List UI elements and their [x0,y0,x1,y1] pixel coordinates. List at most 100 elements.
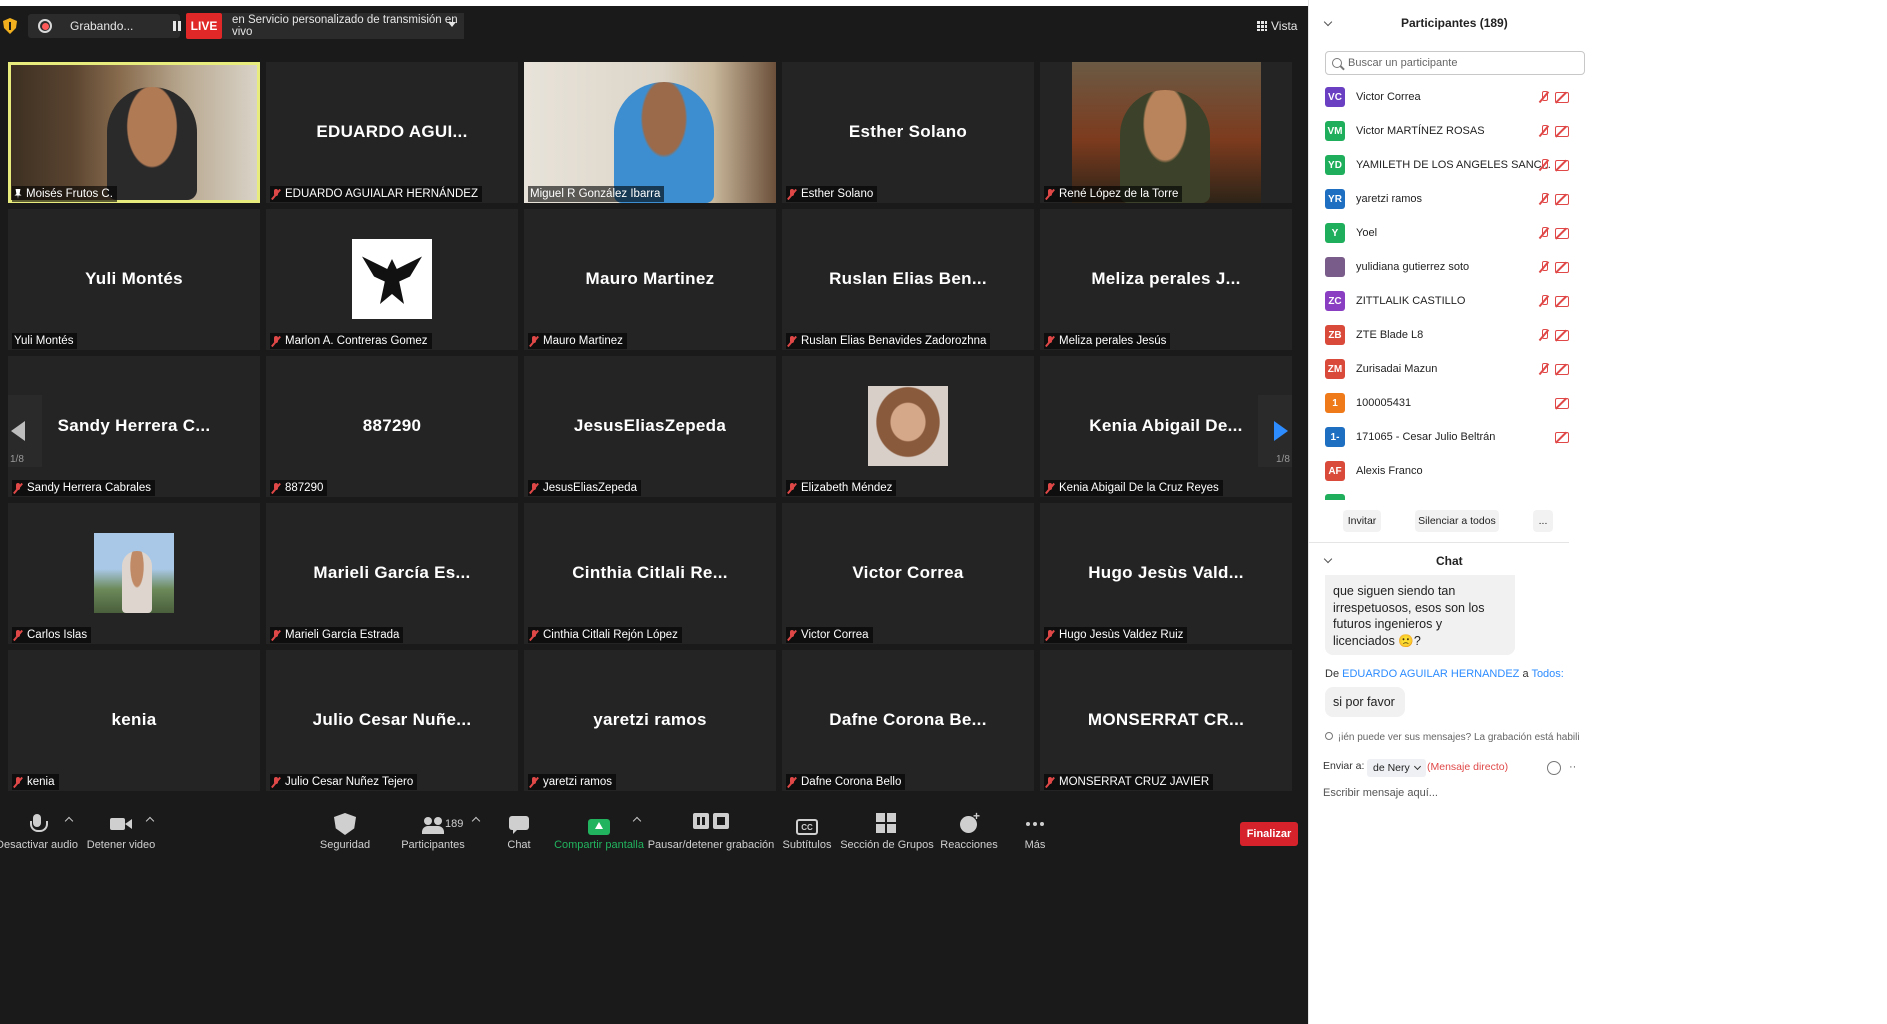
chat-message-bubble: si por favor [1325,687,1405,717]
muted-mic-icon[interactable] [1539,227,1549,239]
participants-options-caret[interactable] [471,816,481,826]
muted-mic-icon[interactable] [1539,125,1549,137]
chat-message-input[interactable] [1323,784,1563,802]
muted-mic-icon[interactable] [1539,91,1549,103]
video-off-icon[interactable] [1555,295,1569,307]
participant-row[interactable]: ZC ZITTLALIK CASTILLO [1309,284,1569,318]
participant-tile[interactable]: Sandy Herrera C... Sandy Herrera Cabrales [8,356,260,497]
participant-tile[interactable]: Miguel R González Ibarra [524,62,776,203]
muted-mic-icon [14,776,22,788]
live-badge: LIVE [186,13,222,39]
muted-mic-icon [788,335,796,347]
participant-row[interactable]: VC Victor Correa [1309,80,1569,114]
chat-more-icon[interactable]: ·· [1569,761,1576,773]
participants-button[interactable]: Participantes [400,806,466,856]
mute-all-button[interactable]: Silenciar a todos [1415,510,1499,532]
chevron-down-icon[interactable] [1323,554,1333,564]
participant-tile[interactable]: Carlos Islas [8,503,260,644]
stop-video-button[interactable]: Detener video [86,806,156,856]
video-off-icon[interactable] [1555,193,1569,205]
participant-row[interactable]: 1- 171065 - Cesar Julio Beltrán [1309,420,1569,454]
participant-tile[interactable]: kenia kenia [8,650,260,791]
participant-search[interactable] [1325,51,1585,75]
invite-button[interactable]: Invitar [1343,510,1381,532]
participant-tile[interactable]: MONSERRAT CR... MONSERRAT CRUZ JAVIER [1040,650,1292,791]
participant-tile[interactable]: Victor Correa Victor Correa [782,503,1034,644]
more-button[interactable]: Más [1020,806,1050,856]
sender-name[interactable]: EDUARDO AGUILAR HERNANDEZ [1342,668,1519,680]
participant-row[interactable]: AF Alexis Franco [1309,454,1569,488]
participant-tile[interactable]: Kenia Abigail De... Kenia Abigail De la C… [1040,356,1292,497]
pause-stop-recording-button[interactable]: Pausar/detener grabación [648,806,774,856]
participant-row[interactable]: ZB ZTE Blade L8 [1309,318,1569,352]
muted-mic-icon[interactable] [1539,363,1549,375]
participant-tile[interactable]: Marieli García Es... Marieli García Estra… [266,503,518,644]
participants-more-button[interactable]: ... [1533,510,1553,532]
participant-tile[interactable]: René López de la Torre [1040,62,1292,203]
chevron-down-icon[interactable] [1323,17,1333,27]
security-shield-icon[interactable] [3,18,17,34]
chat-privacy-note[interactable]: ¡ién puede ver sus mensajes? La grabació… [1325,732,1580,743]
participant-row[interactable]: 1 100005431 [1309,386,1569,420]
participant-tile[interactable]: Moisés Frutos C. [8,62,260,203]
muted-mic-icon[interactable] [1539,193,1549,205]
video-off-icon[interactable] [1555,329,1569,341]
participant-tile[interactable]: Ruslan Elias Ben... Ruslan Elias Benavide… [782,209,1034,350]
participant-row[interactable]: ZM Zurisadai Mazun [1309,352,1569,386]
video-off-icon[interactable] [1555,125,1569,137]
muted-mic-icon[interactable] [1539,159,1549,171]
person-silhouette [614,82,714,203]
share-screen-button[interactable]: Compartir pantalla [554,806,644,856]
participant-tile[interactable]: 887290 887290 [266,356,518,497]
chat-button[interactable]: Chat [500,806,538,856]
participant-tile[interactable]: EDUARDO AGUI... EDUARDO AGUIALAR HERNÁNDE… [266,62,518,203]
muted-mic-icon[interactable] [1539,329,1549,341]
pause-recording-icon[interactable] [172,21,182,31]
security-button[interactable]: Seguridad [315,806,375,856]
participant-row[interactable]: YR yaretzi ramos [1309,182,1569,216]
view-button[interactable]: Vista [1257,14,1297,38]
participant-search-input[interactable] [1348,57,1548,69]
captions-button[interactable]: CC Subtítulos [782,806,832,856]
participant-tile[interactable]: Meliza perales J... Meliza perales Jesús [1040,209,1292,350]
participant-name-label: Victor Correa [786,627,873,643]
participant-row[interactable]: Y Yoel [1309,216,1569,250]
emoji-icon[interactable] [1547,761,1561,775]
video-off-icon[interactable] [1555,397,1569,409]
participant-tile[interactable]: Cinthia Citlali Re... Cinthia Citlali Rej… [524,503,776,644]
participant-tile[interactable]: Julio Cesar Nuñe... Julio Cesar Nuñez Tej… [266,650,518,791]
video-off-icon[interactable] [1555,431,1569,443]
participant-tile[interactable]: Yuli Montés Yuli Montés [8,209,260,350]
participant-tile[interactable]: yaretzi ramos yaretzi ramos [524,650,776,791]
muted-mic-icon[interactable] [1539,261,1549,273]
end-meeting-button[interactable]: Finalizar [1240,822,1298,846]
participant-display-name: EDUARDO AGUI... [316,122,468,141]
participant-name: Meliza perales Jesús [1059,335,1167,347]
participant-tile[interactable]: Mauro Martinez Mauro Martinez [524,209,776,350]
participant-row[interactable]: YD YAMILETH DE LOS ANGELES SANC... [1309,148,1569,182]
live-stream-dropdown[interactable]: en Servicio personalizado de transmisión… [222,13,464,39]
participant-tile[interactable]: Hugo Jesùs Vald... Hugo Jesùs Valdez Ruiz [1040,503,1292,644]
breakout-rooms-button[interactable]: Sección de Grupos [840,806,934,856]
participant-avatar: ZM [1325,359,1345,379]
participant-tile[interactable]: Dafne Corona Be... Dafne Corona Bello [782,650,1034,791]
video-off-icon[interactable] [1555,91,1569,103]
participant-tile[interactable]: Elizabeth Méndez [782,356,1034,497]
chat-message-text: que siguen siendo tan irrespetuosos, eso… [1333,584,1485,648]
video-off-icon[interactable] [1555,261,1569,273]
participant-tile[interactable]: Esther Solano Esther Solano [782,62,1034,203]
participant-row[interactable]: yulidiana gutierrez soto [1309,250,1569,284]
video-off-icon[interactable] [1555,363,1569,375]
recipient-dropdown[interactable]: de Nery [1367,759,1426,777]
reactions-button[interactable]: Reacciones [940,806,997,856]
recipient-name[interactable]: Todos: [1531,668,1563,680]
participant-tile[interactable]: JesusEliasZepeda JesusEliasZepeda [524,356,776,497]
participant-row[interactable]: VM Victor MARTÍNEZ ROSAS [1309,114,1569,148]
video-off-icon[interactable] [1555,159,1569,171]
muted-mic-icon[interactable] [1539,295,1549,307]
participant-tile[interactable]: Marlon A. Contreras Gomez [266,209,518,350]
participant-display-name: yaretzi ramos [593,710,707,729]
share-screen-icon [588,819,610,835]
video-off-icon[interactable] [1555,227,1569,239]
mute-audio-button[interactable]: Desactivar audio [0,806,78,856]
